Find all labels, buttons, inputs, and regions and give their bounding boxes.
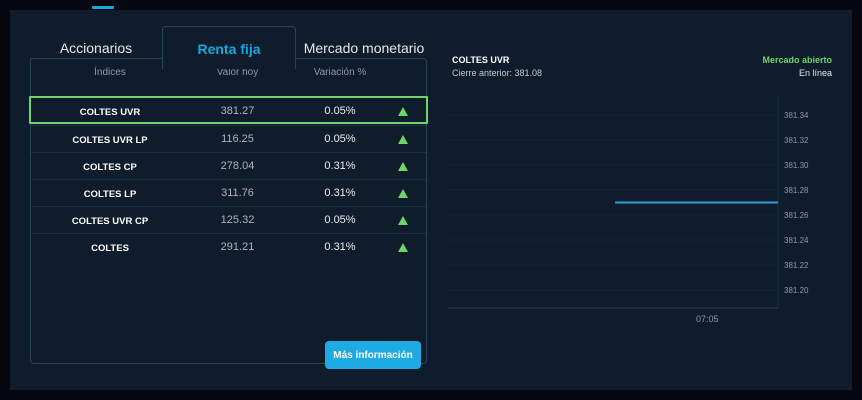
row-name: COLTES CP xyxy=(83,162,137,173)
y-tick-label: 381.34 xyxy=(784,111,809,120)
row-value: 291.21 xyxy=(220,241,255,253)
up-arrow-icon xyxy=(391,133,415,147)
row-value: 381.27 xyxy=(220,105,255,117)
row-name: COLTES UVR LP xyxy=(72,135,148,146)
up-arrow-icon xyxy=(391,241,415,255)
table-row-coltes-uvr-cp[interactable]: COLTES UVR CP 125.32 0.05% xyxy=(31,206,426,234)
table-row-coltes-cp[interactable]: COLTES CP 278.04 0.31% xyxy=(31,152,426,180)
table-row-coltes-lp[interactable]: COLTES LP 311.76 0.31% xyxy=(31,179,426,207)
table-row-coltes-uvr-lp[interactable]: COLTES UVR LP 116.25 0.05% xyxy=(31,125,426,153)
row-name: COLTES xyxy=(91,243,129,254)
row-name: COLTES UVR CP xyxy=(71,216,149,227)
row-change: 0.05% xyxy=(324,105,356,117)
x-tick-label: 07:05 xyxy=(696,314,719,324)
up-arrow-icon xyxy=(391,160,415,174)
chart-title: COLTES UVR xyxy=(452,55,510,65)
up-arrow-icon xyxy=(391,187,415,201)
top-accent-bar xyxy=(92,6,114,9)
connection-status: En línea xyxy=(798,68,832,78)
y-tick-label: 381.22 xyxy=(784,261,809,270)
previous-close: Cierre anterior: 381.08 xyxy=(452,68,543,78)
row-value: 278.04 xyxy=(220,160,255,172)
price-chart: 381.34 381.32 381.30 381.28 381.26 381.24 381.… xyxy=(448,95,809,324)
y-tick-label: 381.30 xyxy=(784,161,809,170)
row-value: 311.76 xyxy=(221,187,254,199)
y-tick-label: 381.26 xyxy=(784,211,809,220)
row-change: 0.31% xyxy=(324,160,356,172)
row-change: 0.05% xyxy=(324,214,356,226)
row-name: COLTES LP xyxy=(83,189,137,200)
more-info-button[interactable]: Más información xyxy=(325,341,421,369)
tab-renta-fija[interactable]: Renta fija xyxy=(162,26,296,69)
row-change: 0.05% xyxy=(324,133,356,145)
y-tick-label: 381.32 xyxy=(784,136,809,145)
row-value: 125.32 xyxy=(220,214,255,226)
y-tick-label: 381.24 xyxy=(784,236,809,245)
up-arrow-icon xyxy=(391,105,415,119)
row-change: 0.31% xyxy=(324,187,356,199)
row-value: 116.25 xyxy=(221,133,254,145)
y-tick-label: 381.28 xyxy=(784,186,809,195)
row-name: COLTES UVR xyxy=(79,107,141,118)
y-tick-label: 381.20 xyxy=(784,286,809,295)
table-row-coltes[interactable]: COLTES 291.21 0.31% xyxy=(31,233,426,261)
up-arrow-icon xyxy=(391,214,415,228)
y-axis-ticks: 381.34 381.32 381.30 381.28 381.26 381.24 381.… xyxy=(784,111,809,295)
indices-table: Índices Valor hoy Variación % COLTES UVR… xyxy=(29,58,428,369)
table-row-coltes-uvr[interactable]: COLTES UVR 381.27 0.05% xyxy=(29,96,428,124)
header-variacion: Variación % xyxy=(313,67,367,78)
row-change: 0.31% xyxy=(324,241,356,253)
market-status: Mercado abierto xyxy=(762,55,832,65)
